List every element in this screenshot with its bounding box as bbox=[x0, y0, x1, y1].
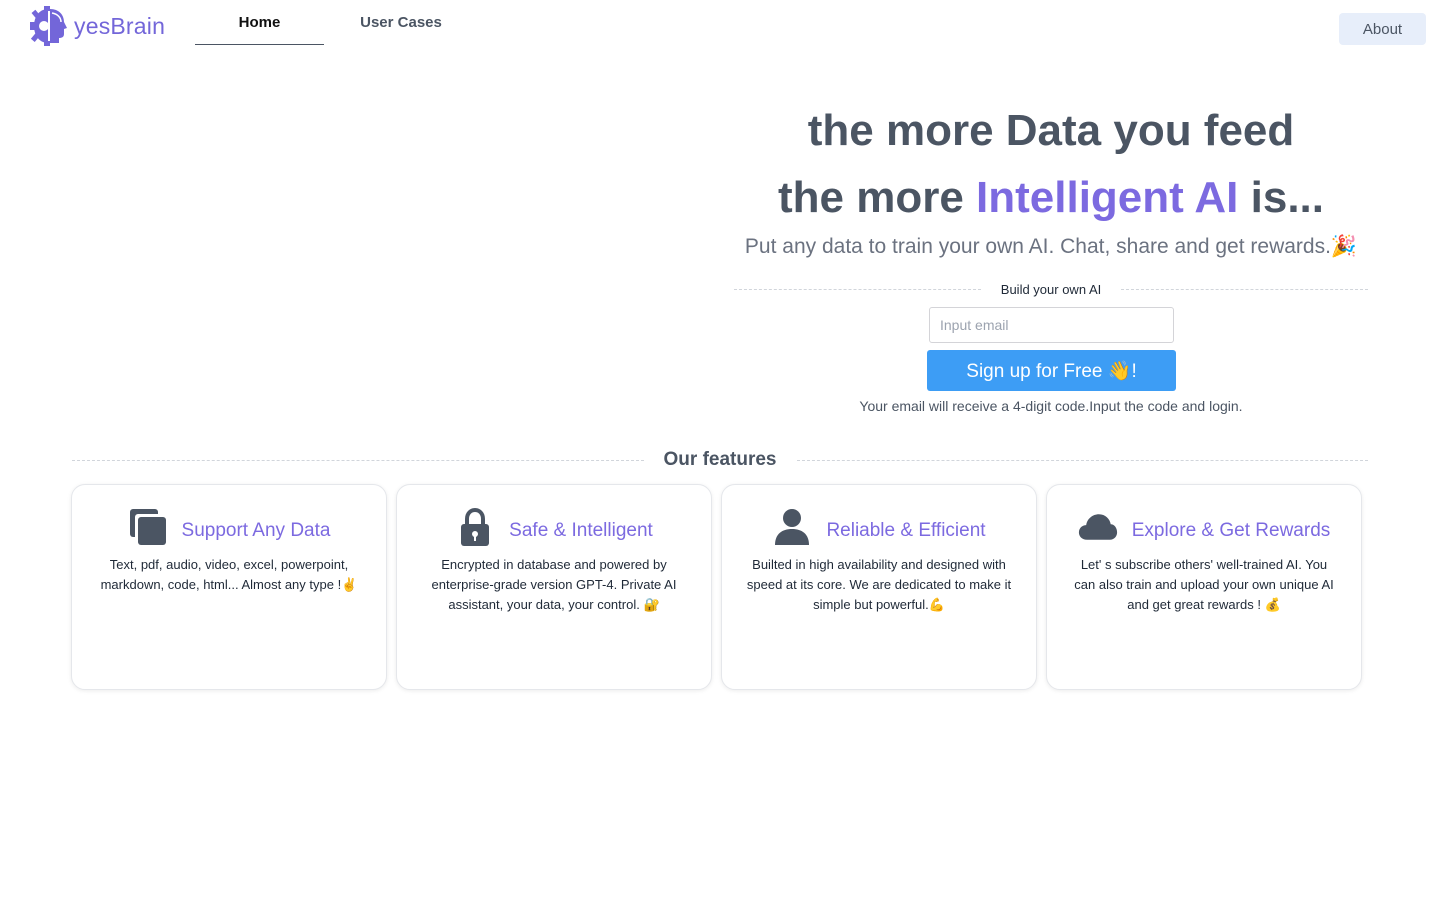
hero-line2-prefix: the more bbox=[777, 173, 977, 222]
feature-title: Support Any Data bbox=[181, 520, 331, 541]
divider-line-left bbox=[72, 459, 644, 461]
feature-description: Builted in high availability and designe… bbox=[746, 557, 1012, 612]
hero-headline-line1: the more Data you feed bbox=[807, 106, 1295, 155]
brain-gear-head-icon bbox=[30, 6, 67, 46]
feature-card-reliable-efficient: Reliable & Efficient Builted in high ava… bbox=[721, 484, 1037, 690]
hero-line2-suffix: is... bbox=[1238, 173, 1324, 222]
tab-home[interactable]: Home bbox=[195, 0, 324, 45]
signup-button[interactable]: Sign up for Free 👋! bbox=[927, 350, 1176, 391]
hero-line2-accent: Intelligent AI bbox=[976, 173, 1239, 222]
feature-title: Reliable & Efficient bbox=[826, 520, 986, 541]
brand-logo[interactable]: yesBrain bbox=[30, 6, 165, 46]
feature-card-header: Explore & Get Rewards bbox=[1047, 505, 1361, 549]
feature-title: Safe & Intelligent bbox=[509, 520, 653, 541]
divider-line-left bbox=[734, 288, 981, 290]
about-button[interactable]: About bbox=[1339, 13, 1426, 45]
divider-line-right bbox=[1121, 288, 1369, 290]
hero-subtitle: Put any data to train your own AI. Chat,… bbox=[744, 235, 1358, 258]
lock-icon bbox=[455, 507, 495, 547]
feature-card-safe-intelligent: Safe & Intelligent Encrypted in database… bbox=[396, 484, 712, 690]
feature-card-header: Safe & Intelligent bbox=[397, 505, 711, 549]
build-ai-label: Build your own AI bbox=[1000, 281, 1102, 297]
feature-card-support-any-data: Support Any Data Text, pdf, audio, video… bbox=[71, 484, 387, 690]
email-input[interactable] bbox=[929, 307, 1174, 343]
feature-card-header: Support Any Data bbox=[72, 505, 386, 549]
feature-description: Encrypted in database and powered by ent… bbox=[431, 557, 677, 612]
features-heading: Our features bbox=[663, 449, 777, 470]
feature-title: Explore & Get Rewards bbox=[1131, 520, 1331, 541]
feature-description: Text, pdf, audio, video, excel, powerpoi… bbox=[100, 557, 358, 592]
copy-icon bbox=[128, 507, 168, 547]
user-icon bbox=[772, 507, 812, 547]
hero-headline-line2: the more Intelligent AI is... bbox=[734, 165, 1368, 231]
divider-line-right bbox=[796, 459, 1369, 461]
top-navbar: yesBrain Home User Cases About bbox=[0, 0, 1440, 58]
cloud-icon bbox=[1078, 507, 1118, 547]
build-ai-divider: Build your own AI bbox=[734, 280, 1369, 298]
signup-hint: Your email will receive a 4-digit code.I… bbox=[859, 398, 1243, 414]
features-divider: Our features bbox=[72, 447, 1369, 473]
brand-name: yesBrain bbox=[74, 12, 166, 39]
feature-description: Let' s subscribe others' well-trained AI… bbox=[1074, 557, 1334, 612]
feature-card-header: Reliable & Efficient bbox=[722, 505, 1036, 549]
feature-card-explore-rewards: Explore & Get Rewards Let' s subscribe o… bbox=[1046, 484, 1362, 690]
tab-user-cases[interactable]: User Cases bbox=[340, 0, 462, 45]
hero-section: the more Data you feed the more Intellig… bbox=[734, 100, 1368, 261]
